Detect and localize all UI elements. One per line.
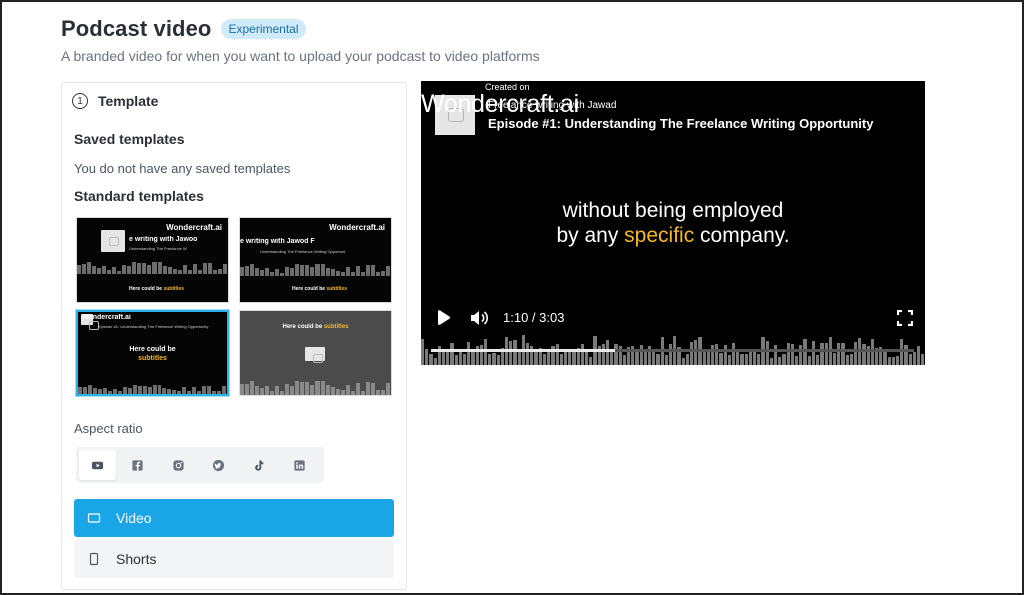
image-placeholder-icon xyxy=(101,230,125,252)
shorts-option-label: Shorts xyxy=(116,551,157,567)
waveform xyxy=(240,264,391,276)
player-controls: 1:10 / 3:03 xyxy=(421,307,925,329)
facebook-icon xyxy=(132,459,144,471)
template-panel: 1 Template Saved templates You do not ha… xyxy=(61,82,407,590)
video-preview-player[interactable]: Created on Wondercraft.ai Freelance writ… xyxy=(421,81,925,365)
youtube-icon xyxy=(92,461,104,469)
step-number: 1 xyxy=(72,93,88,109)
progress-bar[interactable] xyxy=(431,349,914,352)
linkedin-icon xyxy=(294,459,305,471)
aspect-twitter-button[interactable] xyxy=(200,450,237,480)
waveform xyxy=(78,385,227,394)
template-episode: Understanding The Freelance W xyxy=(129,246,187,251)
template-caption: Here could be subtitles xyxy=(292,286,348,292)
step-label: Template xyxy=(98,93,159,109)
template-brand: Wondercraft.ai xyxy=(82,314,131,321)
aspect-youtube-button[interactable] xyxy=(79,450,117,480)
template-episode: Understanding The Freelance Writing Oppo… xyxy=(260,249,346,254)
subtitle-line-1: without being employed xyxy=(562,199,784,222)
waveform xyxy=(77,262,228,274)
page-subtitle: A branded video for when you want to upl… xyxy=(61,48,540,64)
video-option-label: Video xyxy=(116,510,152,526)
saved-templates-empty: You do not have any saved templates xyxy=(74,161,291,176)
template-title: e writing with Jawod F xyxy=(240,238,315,245)
template-episode: Episode #1: Understanding The Freelance … xyxy=(98,324,209,329)
template-title: e writing with Jawoo xyxy=(129,236,198,243)
video-format-option[interactable]: Video xyxy=(74,499,394,537)
template-thumbnail-4[interactable]: Here could be subtitles xyxy=(239,310,392,396)
page-title: Podcast video xyxy=(61,16,212,41)
landscape-frame-icon xyxy=(87,511,101,525)
subtitle-line-2: by any specific company. xyxy=(556,224,790,247)
shorts-format-option[interactable]: Shorts xyxy=(74,540,394,578)
page-header: Podcast video Experimental xyxy=(61,16,306,42)
aspect-ratio-selector xyxy=(76,447,324,483)
aspect-linkedin-button[interactable] xyxy=(281,450,318,480)
template-caption-line2: subtitles xyxy=(138,355,167,362)
playback-time: 1:10 / 3:03 xyxy=(503,310,565,325)
template-thumbnail-3[interactable]: Wondercraft.ai Episode #1: Understanding… xyxy=(76,310,229,396)
aspect-tiktok-button[interactable] xyxy=(240,450,277,480)
template-step-header[interactable]: 1 Template xyxy=(72,93,158,109)
aspect-facebook-button[interactable] xyxy=(119,450,156,480)
template-caption: Here could be subtitles xyxy=(129,286,185,292)
template-thumbnail-1[interactable]: Wondercraft.ai e writing with Jawoo Unde… xyxy=(76,217,229,303)
episode-title: Episode #1: Understanding The Freelance … xyxy=(488,116,874,131)
fullscreen-icon[interactable] xyxy=(897,310,913,326)
image-placeholder-icon xyxy=(305,347,325,363)
aspect-instagram-button[interactable] xyxy=(160,450,197,480)
volume-icon[interactable] xyxy=(469,309,489,327)
template-brand: Wondercraft.ai xyxy=(166,223,222,232)
waveform xyxy=(240,381,391,395)
phone-frame-icon xyxy=(87,552,101,566)
template-caption: Here could be subtitles xyxy=(282,324,349,330)
instagram-icon xyxy=(173,459,184,471)
standard-templates-heading: Standard templates xyxy=(74,188,204,204)
tiktok-icon xyxy=(255,459,264,471)
progress-fill xyxy=(431,349,615,352)
saved-templates-heading: Saved templates xyxy=(74,131,185,147)
aspect-ratio-label: Aspect ratio xyxy=(74,421,143,436)
play-icon[interactable] xyxy=(433,308,453,328)
podcast-author: Freelance writing with Jawad xyxy=(488,100,617,111)
template-thumbnail-2[interactable]: Wondercraft.ai e writing with Jawod F Un… xyxy=(239,217,392,303)
experimental-badge: Experimental xyxy=(221,19,306,39)
twitter-icon xyxy=(213,459,225,471)
template-caption-line1: Here could be xyxy=(129,346,176,353)
template-brand: Wondercraft.ai xyxy=(329,223,385,232)
